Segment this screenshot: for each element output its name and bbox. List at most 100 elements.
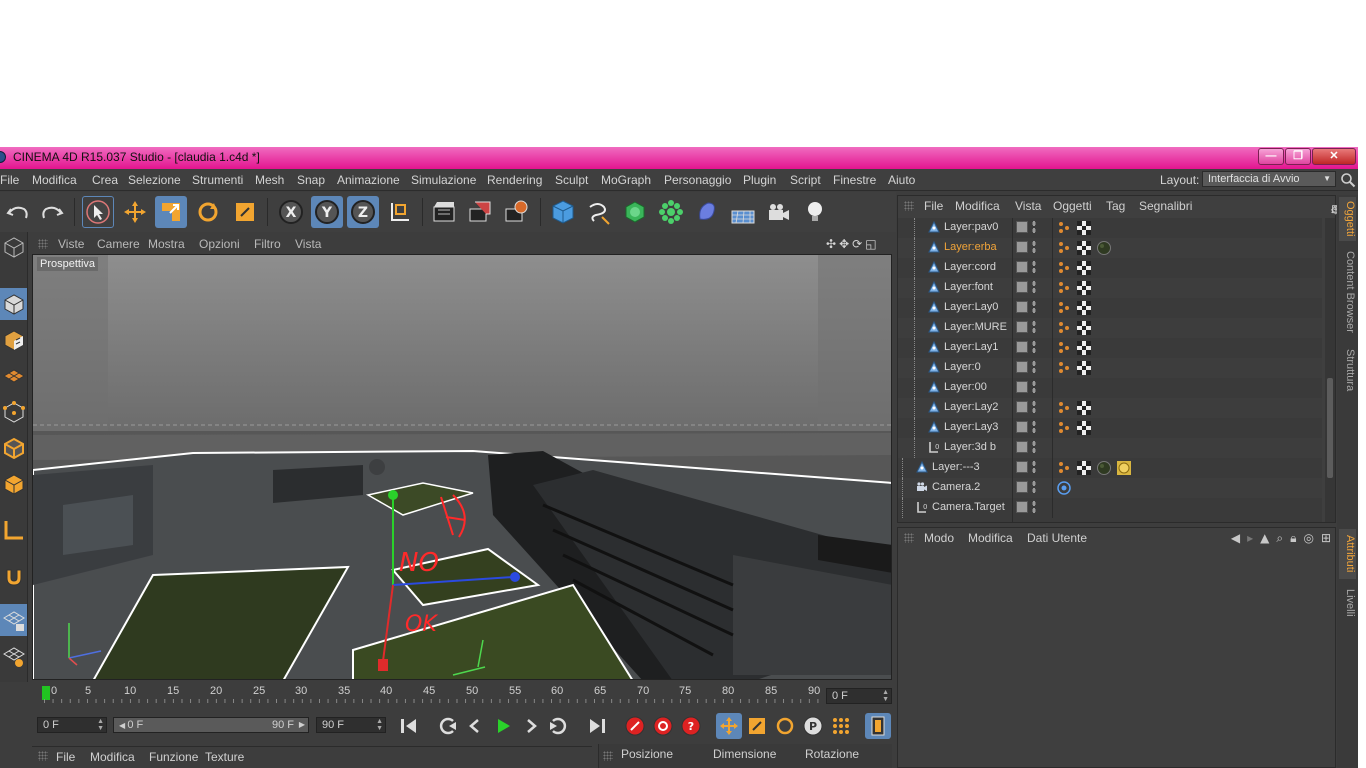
checker-tag-icon[interactable] [1077, 301, 1091, 315]
pan-icon[interactable]: ✣ [826, 237, 836, 251]
editor-render-dots[interactable] [1032, 400, 1036, 414]
am-menu-dati-utente[interactable]: Dati Utente [1027, 531, 1087, 545]
tab-content-browser[interactable]: Content Browser [1339, 247, 1356, 337]
sphere-dark-tag-icon[interactable] [1097, 461, 1111, 475]
coordinates-grip[interactable] [603, 751, 613, 761]
timeline[interactable]: 0 5 10 15 20 25 30 35 40 45 50 55 60 65 … [32, 682, 894, 708]
viewport-menu-mostra[interactable]: Mostra [148, 237, 185, 251]
object-name[interactable]: Layer:0 [944, 361, 981, 373]
material-menu-modifica[interactable]: Modifica [90, 750, 135, 764]
editor-render-dots[interactable] [1032, 340, 1036, 354]
layer-visibility-icon[interactable] [1016, 461, 1028, 473]
checker-tag-icon[interactable] [1077, 361, 1091, 375]
viewport-menu-viste[interactable]: Viste [58, 237, 84, 251]
viewport-menu-vista[interactable]: Vista [295, 237, 321, 251]
dots-tag-icon[interactable] [1057, 341, 1071, 355]
menu-crea[interactable]: Crea [92, 173, 118, 187]
next-key-icon[interactable] [546, 713, 572, 739]
floor-icon[interactable] [727, 196, 759, 228]
material-menu-texture[interactable]: Texture [205, 750, 244, 764]
camera-icon[interactable] [763, 196, 795, 228]
maximize-view-icon[interactable]: ◱ [865, 237, 876, 251]
x-axis-lock-icon[interactable]: X [275, 196, 307, 228]
current-frame-field[interactable]: 0 F ▲ ▼ [826, 688, 892, 704]
up-arrow-icon[interactable]: ▲ [1260, 531, 1269, 546]
om-menu-vista[interactable]: Vista [1015, 199, 1041, 213]
menu-aiuto[interactable]: Aiuto [888, 173, 915, 187]
editor-render-dots[interactable] [1032, 220, 1036, 234]
viewport-camera-label[interactable]: Prospettiva [37, 257, 99, 271]
layer-visibility-icon[interactable] [1016, 361, 1028, 373]
autokey-icon[interactable] [650, 713, 676, 739]
make-editable-icon[interactable] [0, 234, 27, 260]
object-row[interactable]: 0 Layer:3d b [898, 438, 1322, 458]
editor-render-dots[interactable] [1032, 480, 1036, 494]
object-row[interactable]: Layer:MURE [898, 318, 1322, 338]
lock-icon[interactable]: 🔒︎ [1290, 531, 1296, 546]
locked-workplane-icon[interactable] [0, 604, 27, 636]
object-row[interactable]: Layer:erba [898, 238, 1322, 258]
menu-file[interactable]: File [0, 173, 19, 187]
target-tag-icon[interactable] [1057, 481, 1071, 495]
dots-tag-icon[interactable] [1057, 221, 1071, 235]
record-icon[interactable] [622, 713, 648, 739]
object-manager-grip[interactable] [904, 201, 914, 211]
render-view-icon[interactable] [428, 196, 460, 228]
planar-workplane-icon[interactable] [0, 640, 27, 672]
polygons-mode-icon[interactable] [0, 468, 27, 500]
deformer-icon[interactable] [691, 196, 723, 228]
dots-tag-icon[interactable] [1057, 401, 1071, 415]
axis-mode-icon[interactable] [0, 514, 27, 546]
object-row[interactable]: Layer:Lay3 [898, 418, 1322, 438]
editor-render-dots[interactable] [1032, 420, 1036, 434]
editor-render-dots[interactable] [1032, 500, 1036, 514]
menu-modifica[interactable]: Modifica [32, 173, 77, 187]
render-picture-viewer-icon[interactable] [464, 196, 496, 228]
checker-tag-icon[interactable] [1077, 241, 1091, 255]
object-name[interactable]: Layer:Lay1 [944, 341, 998, 353]
object-row[interactable]: Camera.2 [898, 478, 1322, 498]
keyframe-selection-icon[interactable]: ? [678, 713, 704, 739]
tab-oggetti[interactable]: Oggetti [1339, 197, 1356, 241]
layer-visibility-icon[interactable] [1016, 441, 1028, 453]
checker-tag-icon[interactable] [1077, 261, 1091, 275]
rotate-icon[interactable] [192, 196, 224, 228]
previous-key-icon[interactable] [434, 713, 460, 739]
am-menu-modo[interactable]: Modo [924, 531, 954, 545]
new-window-icon[interactable]: ⊞ [1321, 531, 1331, 546]
cube-icon[interactable] [547, 196, 579, 228]
z-axis-lock-icon[interactable]: Z [347, 196, 379, 228]
texture-mode-icon[interactable] [0, 324, 27, 356]
object-name[interactable]: Layer:cord [944, 261, 996, 273]
am-menu-modifica[interactable]: Modifica [968, 531, 1013, 545]
object-row[interactable]: Layer:font [898, 278, 1322, 298]
object-row[interactable]: Layer:Lay2 [898, 398, 1322, 418]
object-name[interactable]: Layer:MURE [944, 321, 1007, 333]
editor-render-dots[interactable] [1032, 440, 1036, 454]
dots-tag-icon[interactable] [1057, 361, 1071, 375]
step-back-icon[interactable] [462, 713, 488, 739]
dots-tag-icon[interactable] [1057, 241, 1071, 255]
search-icon[interactable] [1340, 172, 1356, 188]
select-arrow-icon[interactable] [82, 196, 114, 228]
object-name[interactable]: Layer:font [944, 281, 993, 293]
maximize-button[interactable]: ❐ [1285, 148, 1311, 165]
editor-render-dots[interactable] [1032, 300, 1036, 314]
object-list-scrollbar[interactable] [1325, 218, 1335, 522]
redo-icon[interactable] [36, 196, 68, 228]
tab-livelli[interactable]: Livelli [1339, 583, 1356, 623]
model-mode-icon[interactable] [0, 288, 27, 320]
object-name[interactable]: Layer:3d b [944, 441, 996, 453]
coordinate-system-icon[interactable] [384, 196, 416, 228]
om-menu-file[interactable]: File [924, 199, 943, 213]
scale-key-icon[interactable] [744, 713, 770, 739]
checker-tag-icon[interactable] [1077, 221, 1091, 235]
edges-mode-icon[interactable] [0, 432, 27, 464]
dots-tag-icon[interactable] [1057, 301, 1071, 315]
orbit-icon[interactable]: ⟳ [852, 237, 862, 251]
editor-render-dots[interactable] [1032, 460, 1036, 474]
start-frame-field[interactable]: 0 F ▲ ▼ [37, 717, 107, 733]
editor-render-dots[interactable] [1032, 280, 1036, 294]
workplane-mode-icon[interactable] [0, 360, 27, 392]
move-icon[interactable] [119, 196, 151, 228]
